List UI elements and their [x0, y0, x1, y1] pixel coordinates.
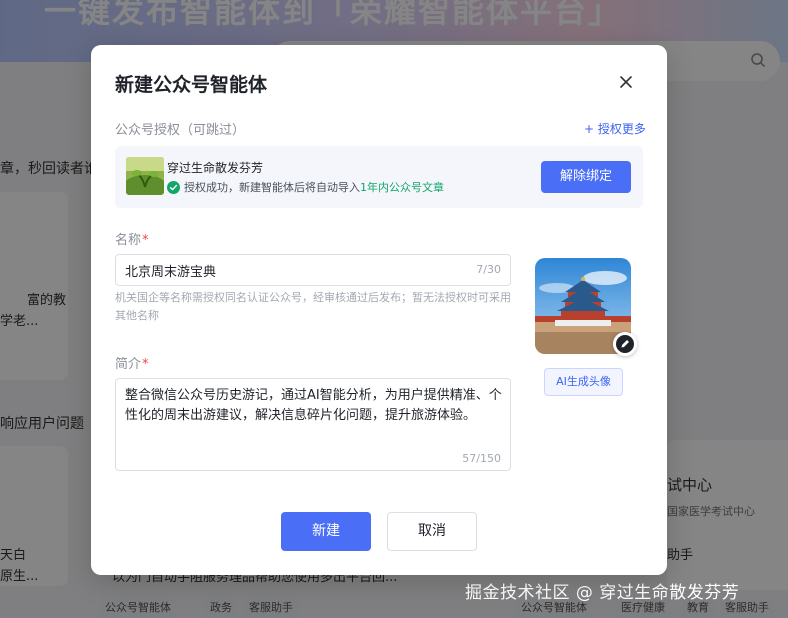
intro-label-text: 简介 — [115, 357, 142, 372]
intro-char-counter: 57/150 — [462, 452, 501, 465]
name-label: 名称* — [115, 229, 149, 248]
close-icon[interactable] — [617, 73, 635, 91]
edit-avatar-icon[interactable] — [613, 332, 637, 356]
required-mark: * — [142, 233, 149, 248]
create-button[interactable]: 新建 — [281, 512, 371, 551]
name-char-counter: 7/30 — [476, 263, 501, 276]
unbind-button[interactable]: 解除绑定 — [541, 161, 631, 193]
dialog-title: 新建公众号智能体 — [115, 74, 268, 96]
check-circle-icon — [167, 180, 180, 194]
auth-section-label: 公众号授权（可跳过） — [115, 123, 246, 138]
authorized-account-card: 穿过生命散发芬芳 授权成功，新建智能体后将自动导入 1年内公众号文章 解除绑定 — [115, 146, 643, 208]
account-avatar — [126, 157, 164, 195]
ai-generate-avatar-button[interactable]: AI生成头像 — [544, 368, 623, 396]
cancel-button[interactable]: 取消 — [387, 512, 477, 551]
intro-textarea[interactable]: 整合微信公众号历史游记，通过AI智能分析，为用户提供精准、个性化的周末出游建议，… — [125, 386, 503, 426]
auth-status-text: 授权成功，新建智能体后将自动导入 — [184, 181, 360, 194]
required-mark: * — [142, 357, 149, 372]
name-input[interactable] — [125, 255, 465, 285]
name-hint: 机关国企等名称需授权同名认证公众号，经审核通过后发布；暂无法授权时可采用其他名称 — [115, 291, 511, 322]
create-agent-dialog: 新建公众号智能体 公众号授权（可跳过） + 授权更多 穿过生命散发芬芳 授权成功… — [91, 45, 667, 575]
auth-status: 授权成功，新建智能体后将自动导入 1年内公众号文章 — [167, 179, 444, 195]
watermark: 掘金技术社区 @ 穿过生命散发芬芳 — [465, 583, 740, 603]
name-label-text: 名称 — [115, 233, 142, 248]
intro-label: 简介* — [115, 353, 149, 372]
intro-textarea-box[interactable]: 整合微信公众号历史游记，通过AI智能分析，为用户提供精准、个性化的周末出游建议，… — [115, 378, 511, 471]
auth-status-highlight: 1年内公众号文章 — [360, 181, 444, 194]
name-input-box[interactable]: 7/30 — [115, 254, 511, 286]
account-name: 穿过生命散发芬芳 — [167, 161, 264, 175]
authorize-more-link[interactable]: + 授权更多 — [584, 120, 646, 137]
